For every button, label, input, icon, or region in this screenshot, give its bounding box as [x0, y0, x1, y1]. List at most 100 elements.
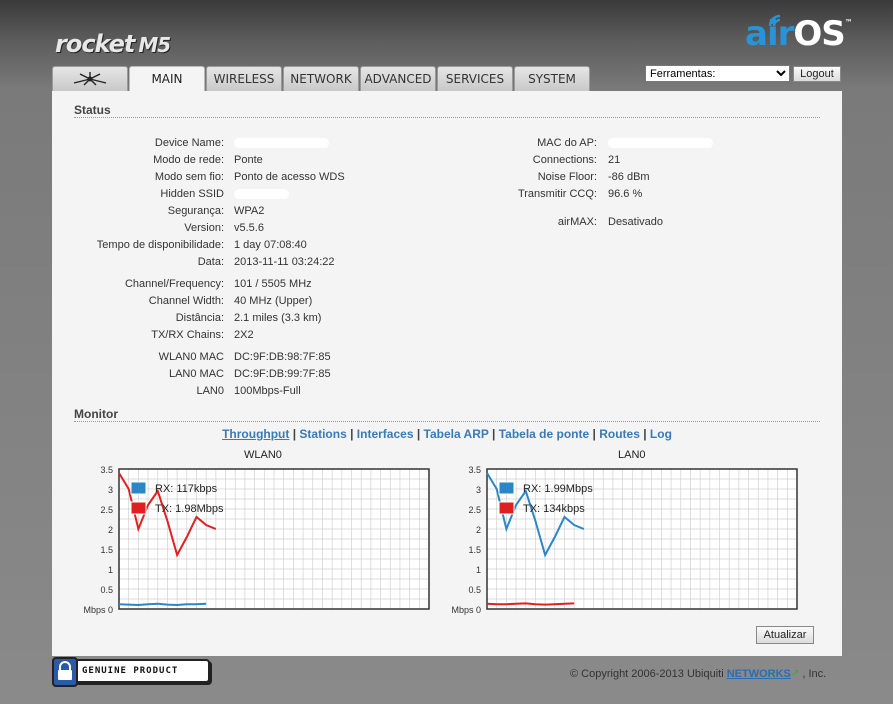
- y-tick-label: 1: [476, 565, 481, 575]
- legend-label: RX: 1.99Mbps: [523, 483, 593, 495]
- y-tick-label: 3.5: [468, 465, 481, 475]
- legend-swatch: [498, 501, 515, 515]
- tools-dropdown-wrapper: Ferramentas:: [645, 65, 790, 82]
- link-bridge-table[interactable]: Tabela de ponte: [499, 427, 589, 441]
- tab-main[interactable]: MAIN: [129, 66, 205, 92]
- status-value: 100Mbps-Full: [234, 385, 301, 397]
- status-divider: [74, 117, 820, 118]
- link-throughput[interactable]: Throughput: [222, 427, 289, 441]
- status-value: [234, 137, 329, 149]
- status-label: Modo de rede:: [153, 154, 224, 166]
- status-label: Distância:: [175, 312, 224, 324]
- status-label: Channel/Frequency:: [124, 278, 224, 290]
- chart-title-wlan0: WLAN0: [244, 449, 282, 461]
- status-value: 2.1 miles (3.3 km): [234, 312, 322, 324]
- copyright: © Copyright 2006-2013 Ubiquiti NETWORKS↗…: [570, 668, 826, 680]
- airos-logo: airOS™: [745, 14, 853, 54]
- y-tick-label: 0.5: [100, 585, 113, 595]
- y-tick-label: Mbps 0: [451, 605, 481, 615]
- status-label: Device Name:: [154, 137, 224, 149]
- legend-swatch: [130, 501, 147, 515]
- series-line: [486, 602, 575, 606]
- status-value: Desativado: [608, 216, 664, 228]
- status-label: Transmitir CCQ:: [517, 188, 597, 200]
- tools-dropdown[interactable]: Ferramentas:: [645, 65, 790, 82]
- wlan0-throughput-chart: Mbps 0 0.5 1 1.5 2 2.5 3 3.5 RX: 117kbps TX: 1.98…: [83, 465, 430, 615]
- tab-network[interactable]: NETWORK: [283, 66, 359, 91]
- status-label: WLAN0 MAC: [158, 351, 224, 363]
- redacted-value: [234, 138, 329, 149]
- genuine-product-badge: GENUINE PRODUCT: [52, 657, 210, 687]
- y-tick-label: 1.5: [468, 545, 481, 555]
- status-value: 2013-11-11 03:24:22: [234, 256, 335, 268]
- redacted-value: [234, 189, 289, 200]
- status-value: [234, 188, 289, 200]
- status-label: airMAX:: [557, 216, 597, 228]
- copyright-suffix: , Inc.: [802, 668, 827, 680]
- y-tick-label: 1: [108, 565, 113, 575]
- status-label: Connections:: [532, 154, 597, 166]
- copyright-prefix: © Copyright 2006-2013 Ubiquiti: [570, 668, 724, 680]
- y-tick-label: Mbps 0: [83, 605, 113, 615]
- status-label: MAC do AP:: [537, 137, 597, 149]
- status-label: Tempo de disponibilidade:: [96, 239, 224, 251]
- main-panel: Status Device Name: Modo de rede: Ponte Mod…: [52, 91, 842, 656]
- status-value: 96.6 %: [608, 188, 643, 200]
- airos-logo-air: air: [745, 14, 794, 54]
- status-value: 1 day 07:08:40: [234, 239, 307, 251]
- status-value: DC:9F:DB:99:7F:85: [234, 368, 331, 380]
- status-label: LAN0 MAC: [168, 368, 224, 380]
- link-arp-table[interactable]: Tabela ARP: [424, 427, 489, 441]
- external-link-icon: ↗: [790, 668, 800, 679]
- lock-icon: [52, 657, 78, 687]
- status-label: LAN0: [196, 385, 224, 397]
- status-label: Data:: [197, 256, 224, 268]
- status-label: Channel Width:: [148, 295, 224, 307]
- y-tick-label: 2: [476, 525, 481, 535]
- link-interfaces[interactable]: Interfaces: [357, 427, 414, 441]
- genuine-product-text: GENUINE PRODUCT: [82, 666, 179, 676]
- status-label: Segurança:: [167, 205, 224, 217]
- monitor-links: Throughput | Stations | Interfaces | Tab…: [222, 427, 672, 441]
- brand-model: M5: [138, 33, 171, 57]
- status-value: v5.5.6: [234, 222, 264, 234]
- airos-logo-tm: ™: [844, 18, 853, 27]
- status-value: 40 MHz (Upper): [234, 295, 313, 307]
- y-tick-label: 0.5: [468, 585, 481, 595]
- status-label: Modo sem fio:: [154, 171, 224, 183]
- tab-wireless[interactable]: WIRELESS: [206, 66, 282, 91]
- link-stations[interactable]: Stations: [299, 427, 346, 441]
- legend-swatch: [130, 481, 147, 495]
- tab-ubiquiti-logo[interactable]: [52, 66, 128, 91]
- status-value: [608, 137, 713, 149]
- tab-system[interactable]: SYSTEM: [514, 66, 590, 91]
- logout-button[interactable]: Logout: [793, 66, 841, 82]
- networks-link[interactable]: NETWORKS: [727, 668, 791, 680]
- airos-logo-os: OS: [793, 14, 845, 54]
- tab-services[interactable]: SERVICES: [437, 66, 513, 91]
- link-log[interactable]: Log: [650, 427, 672, 441]
- y-tick-label: 2: [108, 525, 113, 535]
- status-label: Version:: [184, 222, 224, 234]
- monitor-section-title: Monitor: [74, 407, 118, 421]
- status-value: 101 / 5505 MHz: [234, 278, 312, 290]
- status-value: WPA2: [234, 205, 265, 217]
- lan0-throughput-chart: Mbps 0 0.5 1 1.5 2 2.5 3 3.5 RX: 1.99Mbps TX: 134…: [451, 465, 798, 615]
- status-value: Ponte: [234, 154, 263, 166]
- y-tick-label: 1.5: [100, 545, 113, 555]
- status-value: -86 dBm: [608, 171, 650, 183]
- status-value: DC:9F:DB:98:7F:85: [234, 351, 331, 363]
- brand-name: rocket: [55, 30, 135, 58]
- chart-title-lan0: LAN0: [618, 449, 646, 461]
- link-routes[interactable]: Routes: [599, 427, 640, 441]
- redacted-value: [608, 138, 713, 149]
- brand-logo: rocket M5: [55, 30, 171, 58]
- ubiquiti-logo-icon: [73, 72, 107, 86]
- monitor-divider: [74, 421, 820, 422]
- status-label: Noise Floor:: [537, 171, 597, 183]
- refresh-button[interactable]: Atualizar: [756, 626, 814, 644]
- status-label: TX/RX Chains:: [151, 329, 224, 341]
- series-line: [118, 602, 207, 607]
- tab-advanced[interactable]: ADVANCED: [360, 66, 436, 91]
- status-value: 2X2: [234, 329, 254, 341]
